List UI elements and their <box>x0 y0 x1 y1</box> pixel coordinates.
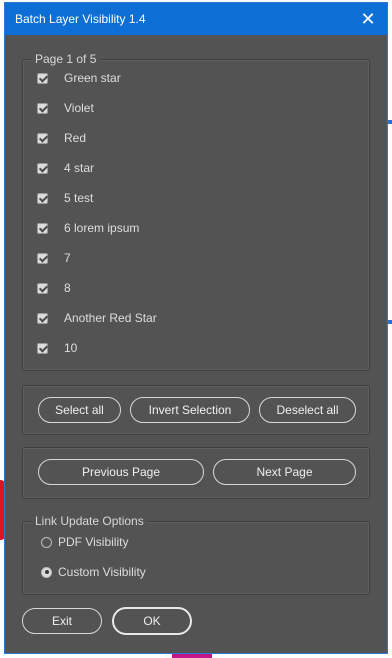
layer-label: 7 <box>64 251 71 265</box>
pdf-visibility-option[interactable]: PDF Visibility <box>41 535 128 549</box>
custom-visibility-option[interactable]: Custom Visibility <box>41 565 146 579</box>
layer-checkbox[interactable] <box>37 282 48 294</box>
custom-visibility-label: Custom Visibility <box>58 565 146 579</box>
ok-button[interactable]: OK <box>112 607 192 635</box>
layer-label: 10 <box>64 341 78 355</box>
link-update-options-label: Link Update Options <box>31 514 148 528</box>
layer-row[interactable]: Another Red Star <box>37 310 157 326</box>
layer-row[interactable]: Red <box>37 130 86 146</box>
layer-checkbox[interactable] <box>37 342 48 354</box>
previous-page-button[interactable]: Previous Page <box>38 459 204 485</box>
layer-row[interactable]: Violet <box>37 100 94 116</box>
select-all-button[interactable]: Select all <box>38 397 121 423</box>
layer-checkbox[interactable] <box>37 312 48 324</box>
layer-checkbox[interactable] <box>37 102 48 114</box>
layer-checkbox[interactable] <box>37 192 48 204</box>
invert-selection-button[interactable]: Invert Selection <box>130 397 250 423</box>
canvas-guide-dot <box>388 120 392 124</box>
layer-label: Another Red Star <box>64 311 157 325</box>
page-indicator: Page 1 of 5 <box>31 52 101 66</box>
layer-row[interactable]: 10 <box>37 340 77 356</box>
exit-button[interactable]: Exit <box>22 608 102 634</box>
layer-checkbox[interactable] <box>37 132 48 144</box>
next-page-button[interactable]: Next Page <box>213 459 356 485</box>
layer-row[interactable]: 6 lorem ipsum <box>37 220 139 236</box>
deselect-all-button[interactable]: Deselect all <box>259 397 356 423</box>
layer-label: 6 lorem ipsum <box>64 221 140 235</box>
layer-checkbox[interactable] <box>37 162 48 174</box>
layer-row[interactable]: 7 <box>37 250 71 266</box>
pdf-visibility-label: PDF Visibility <box>58 535 129 549</box>
window-title: Batch Layer Visibility 1.4 <box>15 12 146 26</box>
layer-label: 5 test <box>64 191 94 205</box>
layer-row[interactable]: Green star <box>37 70 121 86</box>
layers-group: Page 1 of 5 Green star Violet Red 4 star… <box>22 52 370 371</box>
paging-group: Previous Page Next Page <box>22 447 370 499</box>
title-bar: Batch Layer Visibility 1.4 ✕ <box>5 3 387 35</box>
layer-label: Violet <box>64 101 94 115</box>
dialog-window: Batch Layer Visibility 1.4 ✕ Page 1 of 5… <box>4 2 388 654</box>
layer-label: Green star <box>64 71 121 85</box>
layer-row[interactable]: 4 star <box>37 160 94 176</box>
layer-checkbox[interactable] <box>37 222 48 234</box>
pdf-visibility-radio[interactable] <box>41 536 52 548</box>
layer-checkbox[interactable] <box>37 252 48 264</box>
layer-row[interactable]: 5 test <box>37 190 93 206</box>
layer-checkbox[interactable] <box>37 72 48 84</box>
link-update-options-group: Link Update Options PDF Visibility Custo… <box>22 514 370 595</box>
close-icon[interactable]: ✕ <box>357 10 379 28</box>
layer-label: 8 <box>64 281 71 295</box>
selection-group: Select all Invert Selection Deselect all <box>22 385 370 435</box>
layer-label: 4 star <box>64 161 95 175</box>
layer-label: Red <box>64 131 87 145</box>
layer-row[interactable]: 8 <box>37 280 71 296</box>
custom-visibility-radio[interactable] <box>41 566 52 578</box>
canvas-guide-dot <box>388 320 392 324</box>
